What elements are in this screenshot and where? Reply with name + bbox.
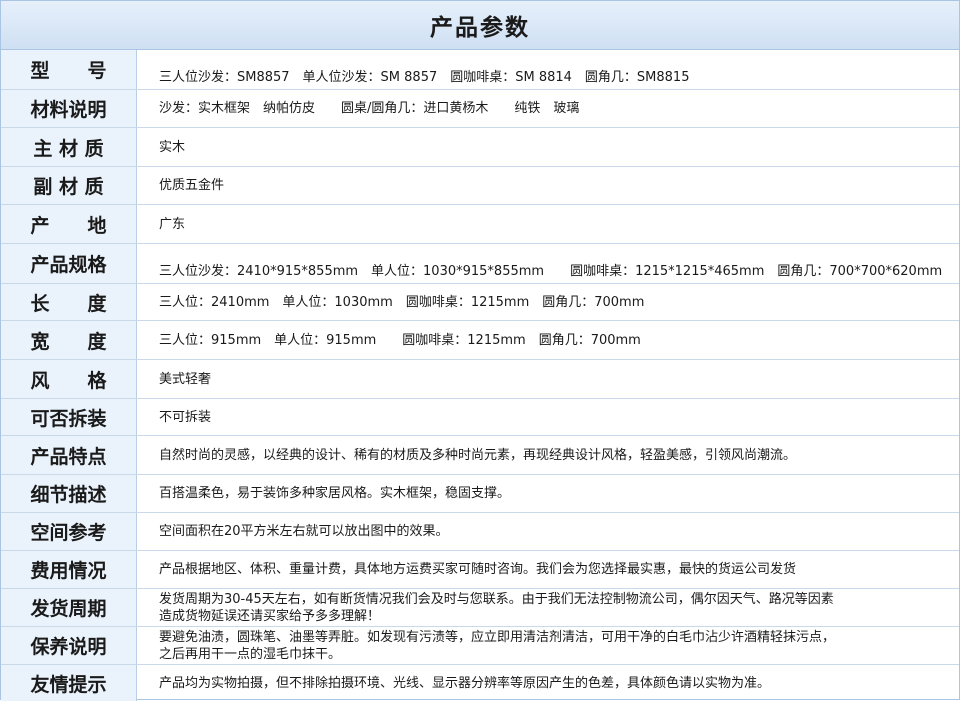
row-length: 长 度 三人位：2410mm 单人位：1030mm 圆咖啡桌：1215mm 圆角… <box>1 284 959 321</box>
row-label: 长 度 <box>1 284 137 320</box>
row-material: 材料说明 沙发：实木框架 纳帕仿皮 圆桌/圆角几：进口黄杨木 纯铁 玻璃 <box>1 90 959 128</box>
table-rows: 型 号 三人位沙发：SM8857 单人位沙发：SM 8857 圆咖啡桌：SM 8… <box>1 50 959 701</box>
row-label: 友情提示 <box>1 665 137 701</box>
row-label: 宽 度 <box>1 321 137 359</box>
row-value: 三人位沙发：2410*915*855mm 单人位：1030*915*855mm … <box>159 264 943 279</box>
row-spec: 产品规格 三人位沙发：2410*915*855mm 单人位：1030*915*8… <box>1 244 959 284</box>
row-space: 空间参考 空间面积在20平方米左右就可以放出图中的效果。 <box>1 513 959 551</box>
row-width: 宽 度 三人位：915mm 单人位：915mm 圆咖啡桌：1215mm 圆角几：… <box>1 321 959 360</box>
row-value: 沙发：实木框架 纳帕仿皮 圆桌/圆角几：进口黄杨木 纯铁 玻璃 <box>159 101 580 116</box>
row-label: 细节描述 <box>1 475 137 512</box>
row-value: 百搭温柔色，易于装饰多种家居风格。实木框架，稳固支撑。 <box>159 486 511 501</box>
row-notice: 友情提示 产品均为实物拍摄，但不排除拍摄环境、光线、显示器分辨率等原因产生的色差… <box>1 665 959 701</box>
row-value: 不可拆装 <box>159 409 212 425</box>
row-origin: 产 地 广东 <box>1 205 959 244</box>
row-label: 费用情况 <box>1 551 137 588</box>
table-title: 产品参数 <box>1 1 959 50</box>
row-main-material: 主 材 质 实木 <box>1 128 959 167</box>
row-label: 空间参考 <box>1 513 137 550</box>
row-care: 保养说明 要避免油渍，圆珠笔、油墨等弄脏。如发现有污渍等，应立即用清洁剂清洁，可… <box>1 627 959 665</box>
row-label: 风 格 <box>1 360 137 398</box>
row-label: 可否拆装 <box>1 399 137 435</box>
row-value: 三人位：2410mm 单人位：1030mm 圆咖啡桌：1215mm 圆角几：70… <box>159 294 645 310</box>
row-value: 广东 <box>159 216 186 232</box>
row-label: 主 材 质 <box>1 128 137 166</box>
row-detachable: 可否拆装 不可拆装 <box>1 399 959 436</box>
row-cost: 费用情况 产品根据地区、体积、重量计费，具体地方运费买家可随时咨询。我们会为您选… <box>1 551 959 589</box>
row-value: 产品根据地区、体积、重量计费，具体地方运费买家可随时咨询。我们会为您选择最实惠，… <box>159 562 797 577</box>
row-value: 产品均为实物拍摄，但不排除拍摄环境、光线、显示器分辨率等原因产生的色差，具体颜色… <box>159 675 771 691</box>
row-details: 细节描述 百搭温柔色，易于装饰多种家居风格。实木框架，稳固支撑。 <box>1 475 959 513</box>
row-value: 三人位：915mm 单人位：915mm 圆咖啡桌：1215mm 圆角几：700m… <box>159 332 641 348</box>
row-label: 材料说明 <box>1 90 137 127</box>
row-label: 发货周期 <box>1 589 137 626</box>
row-label: 保养说明 <box>1 627 137 664</box>
product-params-table: 产品参数 型 号 三人位沙发：SM8857 单人位沙发：SM 8857 圆咖啡桌… <box>0 0 960 701</box>
row-value: 要避免油渍，圆珠笔、油墨等弄脏。如发现有污渍等，应立即用清洁剂清洁，可用干净的白… <box>159 629 836 662</box>
row-value: 空间面积在20平方米左右就可以放出图中的效果。 <box>159 524 449 539</box>
row-label: 产品特点 <box>1 436 137 474</box>
row-label: 产 地 <box>1 205 137 243</box>
row-value: 自然时尚的灵感，以经典的设计、稀有的材质及多种时尚元素，再现经典设计风格，轻盈美… <box>159 447 797 463</box>
row-style: 风 格 美式轻奢 <box>1 360 959 399</box>
row-shipping: 发货周期 发货周期为30-45天左右，如有断货情况我们会及时与您联系。由于我们无… <box>1 589 959 627</box>
row-value: 三人位沙发：SM8857 单人位沙发：SM 8857 圆咖啡桌：SM 8814 … <box>159 70 690 85</box>
row-label: 副 材 质 <box>1 167 137 204</box>
row-label: 产品规格 <box>1 244 137 283</box>
row-label: 型 号 <box>1 50 137 89</box>
row-sub-material: 副 材 质 优质五金件 <box>1 167 959 205</box>
row-features: 产品特点 自然时尚的灵感，以经典的设计、稀有的材质及多种时尚元素，再现经典设计风… <box>1 436 959 475</box>
row-value: 优质五金件 <box>159 178 225 193</box>
row-model: 型 号 三人位沙发：SM8857 单人位沙发：SM 8857 圆咖啡桌：SM 8… <box>1 50 959 90</box>
row-value: 美式轻奢 <box>159 371 212 387</box>
row-value: 实木 <box>159 139 186 155</box>
row-value: 发货周期为30-45天左右，如有断货情况我们会及时与您联系。由于我们无法控制物流… <box>159 591 834 624</box>
